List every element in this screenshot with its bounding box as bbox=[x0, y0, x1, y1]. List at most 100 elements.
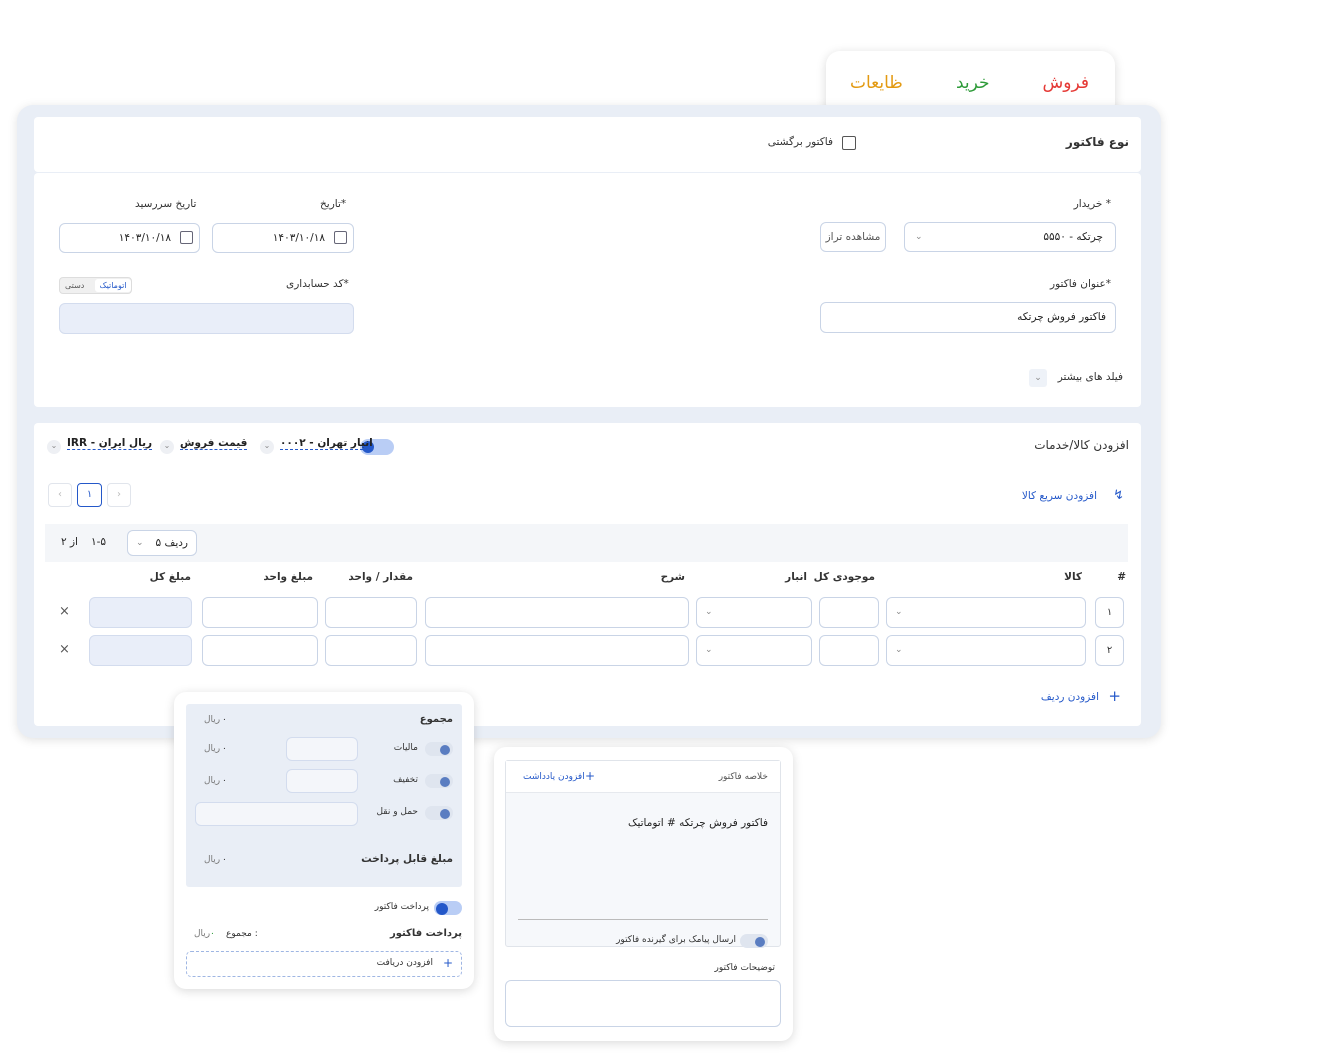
stock-field[interactable] bbox=[819, 635, 879, 666]
invoice-type-panel: نوع فاکتور فاکتور برگشتی bbox=[34, 117, 1141, 172]
page-next-button[interactable]: › bbox=[107, 483, 131, 507]
row-number: ۱ bbox=[1095, 597, 1124, 628]
chevron-down-icon: ⌄ bbox=[705, 645, 713, 655]
sms-toggle[interactable] bbox=[740, 934, 768, 948]
quantity-input[interactable] bbox=[325, 635, 417, 666]
shipping-input[interactable] bbox=[195, 802, 358, 826]
add-row-button[interactable]: افزودن ردیف bbox=[1041, 691, 1099, 703]
range-of-text: از ۲ bbox=[61, 536, 78, 548]
accounting-code-input[interactable] bbox=[59, 303, 354, 334]
rows-per-page-select[interactable]: ۵ ردیف ⌄ bbox=[127, 530, 197, 556]
accounting-code-label: کد حسابداری* bbox=[286, 278, 349, 290]
table-toolbar: ۵ ردیف ⌄ ۱-۵ از ۲ bbox=[45, 524, 1128, 562]
pay-invoice-toggle[interactable] bbox=[434, 901, 462, 915]
chevron-down-icon[interactable]: ⌄ bbox=[47, 440, 61, 454]
unit-price-input[interactable] bbox=[202, 597, 318, 628]
rows-per-page-value: ۵ ردیف bbox=[155, 537, 188, 549]
balance-button[interactable]: مشاهده تراز bbox=[820, 222, 886, 252]
summary-card: خلاصه فاکتور + افزودن یادداشت فاکتور فرو… bbox=[494, 747, 793, 1041]
col-qty: مقدار / واحد bbox=[348, 571, 413, 583]
description-input[interactable] bbox=[425, 597, 689, 628]
form-panel: خریدار * ۵۵۵۰ - چرتکه ⌄ مشاهده تراز تاری… bbox=[34, 173, 1141, 407]
tab-waste[interactable]: ظایعات bbox=[850, 73, 903, 93]
date-field[interactable]: ۱۴۰۳/۱۰/۱۸ bbox=[212, 223, 354, 253]
plus-icon[interactable]: + bbox=[1108, 687, 1121, 705]
invoice-title-input[interactable]: فاکتور فروش چرتکه bbox=[820, 302, 1116, 333]
summary-text[interactable]: فاکتور فروش چرتکه # اتوماتیک bbox=[628, 817, 768, 829]
tax-input[interactable] bbox=[286, 737, 358, 761]
add-note-button[interactable]: افزودن یادداشت bbox=[523, 772, 585, 782]
total-field bbox=[89, 597, 192, 628]
quantity-input[interactable] bbox=[325, 597, 417, 628]
warehouse-select[interactable]: ⌄ bbox=[696, 635, 812, 666]
buyer-label: خریدار * bbox=[1073, 198, 1111, 210]
tax-toggle[interactable] bbox=[425, 742, 453, 756]
payable-value: ۰ bbox=[222, 855, 227, 865]
add-receipt-label: افزودن دریافت bbox=[376, 958, 433, 968]
page-number-button[interactable]: ۱ bbox=[77, 483, 102, 507]
invoice-title-label: عنوان فاکتور* bbox=[1050, 278, 1111, 290]
tab-purchase[interactable]: خرید bbox=[956, 73, 990, 93]
col-unit-price: مبلغ واحد bbox=[263, 571, 313, 583]
stock-field[interactable] bbox=[819, 597, 879, 628]
code-auto-option[interactable]: اتوماتیک bbox=[95, 279, 131, 292]
pay-sum-value: ۰ bbox=[210, 929, 215, 939]
tax-value: ۰ bbox=[222, 744, 227, 754]
currency-label: ریال bbox=[194, 929, 211, 939]
warehouse-select[interactable]: ⌄ bbox=[696, 597, 812, 628]
code-manual-option[interactable]: دستی bbox=[65, 279, 84, 292]
discount-input[interactable] bbox=[286, 769, 358, 793]
calendar-icon[interactable] bbox=[334, 231, 347, 244]
currency-select[interactable]: IRR - ریال ایران bbox=[67, 437, 153, 450]
unit-price-input[interactable] bbox=[202, 635, 318, 666]
sum-value: ۰ bbox=[222, 715, 227, 725]
currency-label: ریال bbox=[204, 715, 221, 725]
chevron-down-icon: ⌄ bbox=[895, 645, 903, 655]
remove-row-button[interactable]: × bbox=[59, 604, 70, 619]
sum-label: مجموع bbox=[419, 714, 453, 725]
date-value: ۱۴۰۳/۱۰/۱۸ bbox=[272, 232, 325, 244]
quick-add-icon[interactable]: ↯ bbox=[1113, 488, 1124, 503]
return-checkbox[interactable] bbox=[842, 136, 856, 150]
price-type-select[interactable]: قیمت فروش bbox=[180, 437, 248, 450]
remove-row-button[interactable]: × bbox=[59, 642, 70, 657]
return-label: فاکتور برگشتی bbox=[767, 136, 833, 148]
page-prev-button[interactable]: ‹ bbox=[48, 483, 72, 507]
discount-toggle[interactable] bbox=[425, 774, 453, 788]
more-fields-label[interactable]: فیلد های بیشتر bbox=[1058, 371, 1123, 383]
col-desc: شرح bbox=[660, 571, 685, 583]
plus-icon[interactable]: + bbox=[585, 769, 595, 783]
summary-header: خلاصه فاکتور + افزودن یادداشت bbox=[506, 761, 780, 793]
due-date-value: ۱۴۰۳/۱۰/۱۸ bbox=[118, 232, 171, 244]
description-textarea[interactable] bbox=[505, 980, 781, 1027]
warehouse-select[interactable]: ۰۰۰۲ - انبار تهران bbox=[280, 437, 373, 450]
chevron-down-icon[interactable]: ⌄ bbox=[160, 440, 174, 454]
chevron-down-icon: ⌄ bbox=[705, 607, 713, 617]
chevron-down-icon[interactable]: ⌄ bbox=[1029, 369, 1047, 387]
invoice-type-title: نوع فاکتور bbox=[1065, 135, 1129, 149]
quick-add-button[interactable]: افزودن سریع کالا bbox=[1022, 490, 1097, 502]
currency-label: ریال bbox=[204, 855, 221, 865]
col-stock: موجودی کل bbox=[813, 571, 875, 583]
product-select[interactable]: ⌄ bbox=[886, 597, 1086, 628]
plus-icon: + bbox=[443, 956, 454, 970]
code-mode-toggle[interactable]: اتوماتیک دستی bbox=[59, 277, 132, 294]
buyer-select[interactable]: ۵۵۵۰ - چرتکه ⌄ bbox=[904, 222, 1116, 252]
product-select[interactable]: ⌄ bbox=[886, 635, 1086, 666]
chevron-down-icon: ⌄ bbox=[915, 232, 923, 242]
col-warehouse: انبار bbox=[785, 571, 807, 583]
tab-sales[interactable]: فروش bbox=[1043, 73, 1089, 93]
balance-button-label: مشاهده تراز bbox=[825, 231, 881, 243]
currency-label: ریال bbox=[204, 776, 221, 786]
shipping-toggle[interactable] bbox=[425, 806, 453, 820]
col-total: مبلغ کل bbox=[149, 571, 191, 583]
sms-label: ارسال پیامک برای گیرنده فاکتور bbox=[616, 935, 736, 945]
description-input[interactable] bbox=[425, 635, 689, 666]
add-receipt-button[interactable]: + افزودن دریافت bbox=[186, 951, 462, 977]
summary-title: خلاصه فاکتور bbox=[718, 772, 768, 782]
chevron-down-icon[interactable]: ⌄ bbox=[260, 440, 274, 454]
payable-label: مبلغ قابل پرداخت bbox=[361, 853, 453, 865]
summary-panel: خلاصه فاکتور + افزودن یادداشت فاکتور فرو… bbox=[505, 760, 781, 948]
due-date-field[interactable]: ۱۴۰۳/۱۰/۱۸ bbox=[59, 223, 200, 253]
calendar-icon[interactable] bbox=[180, 231, 193, 244]
